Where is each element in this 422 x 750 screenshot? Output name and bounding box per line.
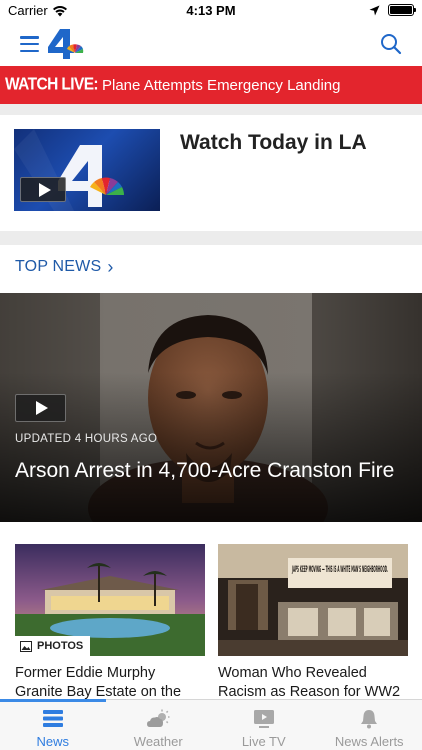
search-icon[interactable]	[380, 33, 402, 55]
hero-play-button[interactable]	[15, 394, 66, 422]
watch-live-label: WATCH LIVE:	[5, 74, 99, 94]
hero-updated-time: UPDATED 4 HOURS AGO	[15, 433, 158, 445]
watch-today-card[interactable]: Watch Today in LA	[0, 115, 422, 231]
story-card-image: JAPS KEEP MOVING — THIS IS A WHITE MAN'S…	[218, 544, 408, 656]
location-arrow-icon	[369, 5, 380, 15]
news-icon	[42, 710, 63, 727]
top-news-link[interactable]: TOP NEWS ›	[15, 258, 114, 276]
photos-badge: PHOTOS	[15, 636, 91, 656]
watch-live-banner[interactable]: WATCH LIVE: Plane Attempts Emergency Lan…	[0, 66, 422, 104]
story-card[interactable]: JAPS KEEP MOVING — THIS IS A WHITE MAN'S…	[218, 544, 408, 702]
nbc4-logo[interactable]	[44, 27, 90, 61]
exhibit-photo-image: JAPS KEEP MOVING — THIS IS A WHITE MAN'S…	[218, 544, 408, 656]
tab-label-live-tv: Live TV	[241, 734, 286, 749]
play-icon	[38, 182, 51, 197]
battery-icon	[388, 4, 416, 16]
status-time: 4:13 PM	[186, 3, 236, 18]
story-card-headline: Woman Who Revealed Racism as Reason for …	[218, 665, 401, 700]
weather-icon	[147, 709, 170, 727]
tab-live-tv[interactable]: Live TV	[211, 700, 317, 750]
chevron-right-icon: ›	[107, 257, 114, 277]
tab-label-news: News	[36, 734, 69, 749]
live-tv-icon	[253, 710, 274, 728]
tab-weather[interactable]: Weather	[106, 700, 212, 750]
watch-today-thumbnail	[14, 129, 160, 211]
hero-headline[interactable]: Arson Arrest in 4,700-Acre Cranston Fire	[15, 456, 395, 485]
tab-news[interactable]: News	[0, 700, 106, 750]
section-divider	[0, 104, 422, 115]
status-right	[369, 4, 416, 16]
tab-news-alerts[interactable]: News Alerts	[317, 700, 422, 750]
nav-bar	[0, 22, 422, 66]
tab-label-weather: Weather	[133, 734, 183, 749]
status-bar: Carrier 4:13 PM	[0, 0, 422, 22]
photos-badge-label: PHOTOS	[37, 640, 84, 652]
story-card-image: PHOTOS	[15, 544, 205, 656]
sign-text: JAPS KEEP MOVING — THIS IS A WHITE MAN'S…	[292, 565, 388, 575]
tab-bar: News Weather Live TV News Alerts	[0, 699, 422, 750]
play-button[interactable]	[20, 177, 66, 202]
bell-icon	[361, 710, 378, 729]
hero-story[interactable]: UPDATED 4 HOURS AGO Arson Arrest in 4,70…	[0, 293, 422, 522]
active-tab-indicator	[0, 699, 106, 702]
hamburger-menu-icon[interactable]	[20, 36, 39, 52]
top-news-label: TOP NEWS	[15, 258, 102, 275]
section-divider	[0, 231, 422, 245]
story-card[interactable]: PHOTOS Former Eddie Murphy Granite Bay E…	[15, 544, 205, 721]
play-icon	[36, 401, 48, 415]
tab-label-news-alerts: News Alerts	[334, 734, 404, 749]
photo-icon	[20, 640, 32, 652]
watch-today-title: Watch Today in LA	[180, 131, 367, 154]
watch-live-text: Plane Attempts Emergency Landing	[102, 76, 341, 94]
